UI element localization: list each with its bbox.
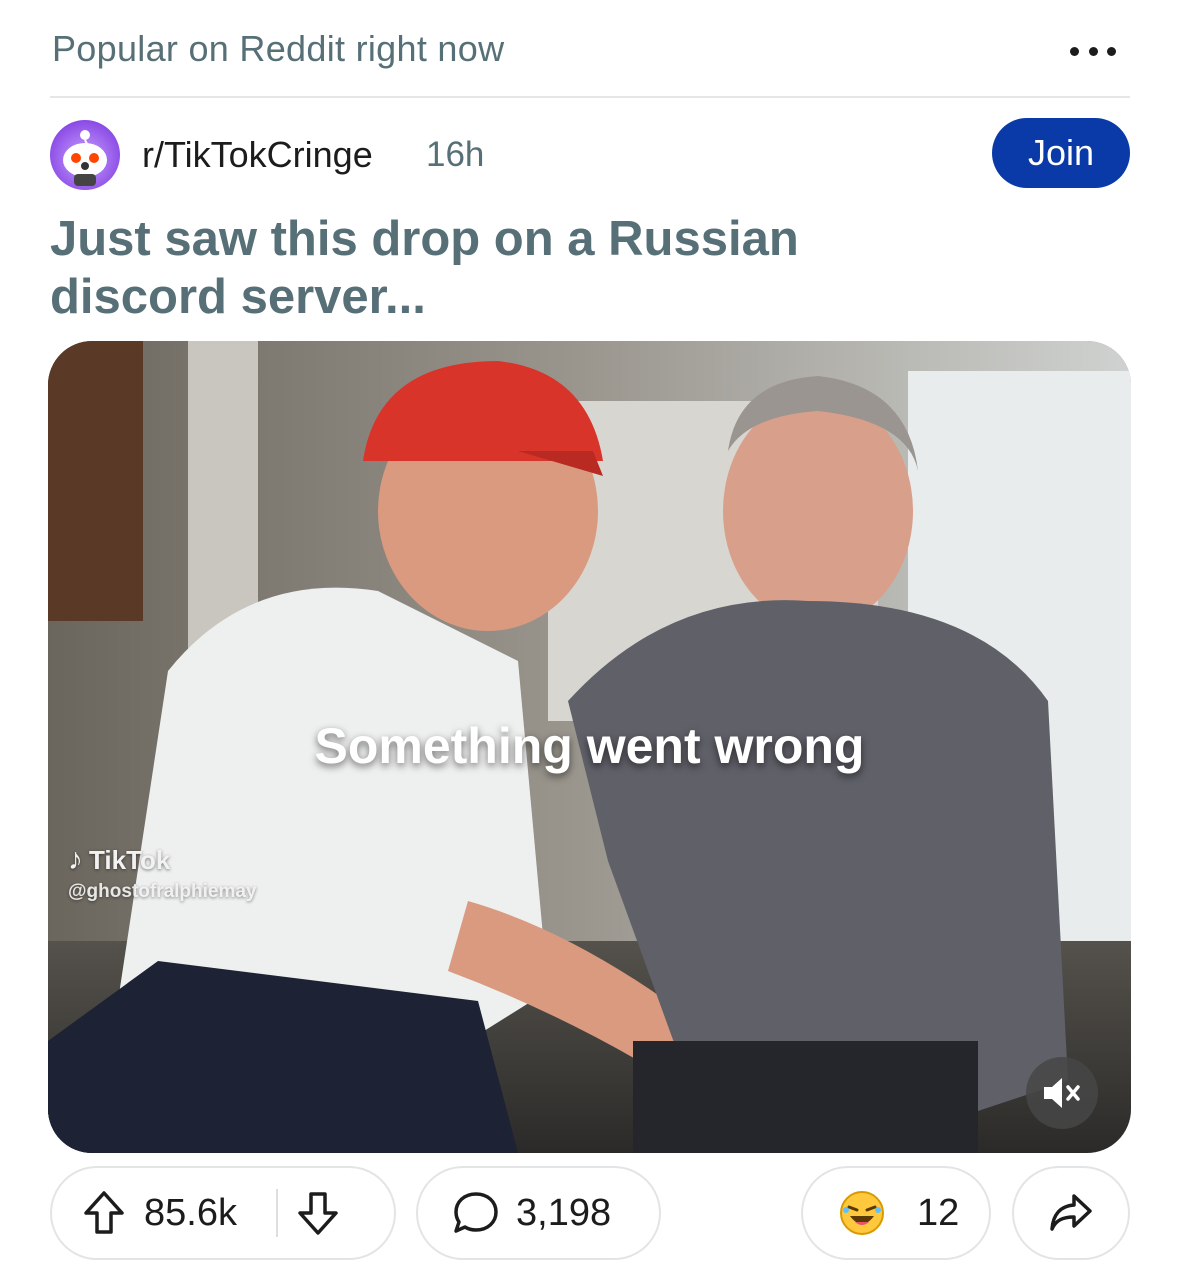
comment-bubble-icon [454, 1192, 498, 1233]
video-error-message: Something went wrong [314, 718, 865, 774]
downvote-arrow-icon [298, 1192, 338, 1235]
video-player[interactable]: Something went wrong ♪ TikTok @ghostofra… [48, 341, 1131, 1153]
tiktok-watermark: ♪ TikTok @ghostofralphiemay [68, 843, 257, 903]
community-avatar[interactable] [50, 120, 120, 190]
post-action-bar: 85.6k 3,198 12 [50, 1166, 1130, 1260]
vote-control: 85.6k [50, 1166, 396, 1260]
join-button[interactable]: Join [992, 118, 1130, 188]
watermark-handle: @ghostofralphiemay [68, 881, 257, 902]
downvote-button[interactable] [290, 1185, 346, 1241]
more-horizontal-icon [1070, 46, 1079, 56]
post-age: 16h [426, 135, 485, 174]
upvote-arrow-icon [84, 1191, 124, 1234]
comments-button[interactable]: 3,198 [416, 1166, 661, 1260]
section-header: Popular on Reddit right now [50, 22, 1130, 98]
section-title: Popular on Reddit right now [52, 28, 505, 69]
community-name[interactable]: r/TikTokCringe [142, 134, 373, 176]
awards-button[interactable]: 12 [801, 1166, 991, 1260]
upvote-button[interactable] [76, 1185, 132, 1241]
vote-divider [276, 1189, 278, 1237]
more-options-button[interactable] [1070, 36, 1116, 66]
vote-score: 85.6k [144, 1191, 237, 1234]
award-count: 12 [917, 1191, 960, 1234]
comment-count: 3,198 [516, 1191, 612, 1234]
post-title[interactable]: Just saw this drop on a Russian discord … [50, 210, 950, 326]
post-header: r/TikTokCringe 16h Join [50, 118, 1130, 190]
snoo-avatar-icon [63, 130, 107, 186]
share-button[interactable] [1012, 1166, 1130, 1260]
unmute-button[interactable] [1026, 1057, 1098, 1129]
watermark-brand: TikTok [89, 844, 171, 875]
laughing-award-icon [840, 1191, 884, 1235]
volume-muted-icon [1044, 1078, 1080, 1108]
tiktok-logo-icon: ♪ [68, 843, 83, 876]
share-arrow-icon [1050, 1194, 1092, 1231]
